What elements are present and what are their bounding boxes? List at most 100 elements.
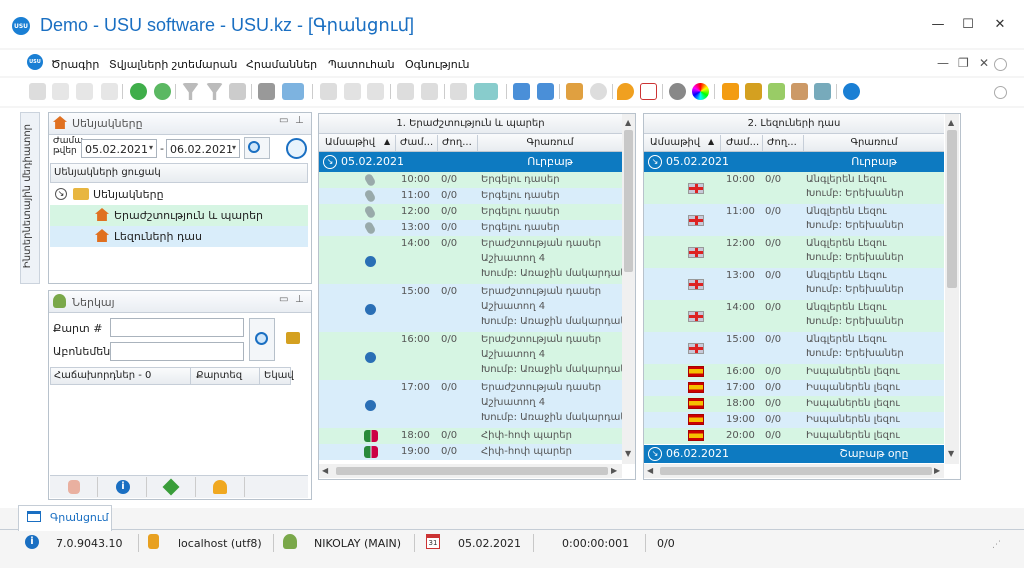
settings-gear-icon[interactable] <box>669 83 686 100</box>
clients-col-card[interactable]: Քարտեզ <box>196 370 242 381</box>
users-icon[interactable] <box>791 83 808 100</box>
row-count: 0/0 <box>765 430 782 441</box>
print-icon[interactable] <box>29 83 46 100</box>
scroll-down-icon[interactable]: ▼ <box>948 449 954 458</box>
music-col-date[interactable]: Ամսաթիվ <box>325 137 375 148</box>
lang-vscroll-thumb[interactable] <box>947 130 957 288</box>
scroll-right-icon[interactable]: ▶ <box>934 466 940 475</box>
music-col-time[interactable]: Ժամ... <box>400 137 433 148</box>
export-excel-icon[interactable] <box>474 83 498 100</box>
date-from-field[interactable]: 05.02.2021 ▾ <box>81 139 157 158</box>
info-button[interactable]: i <box>99 477 147 497</box>
collapse-icon[interactable] <box>344 83 361 100</box>
resize-grip-icon[interactable]: ⋰ <box>992 540 1001 550</box>
hand-icon <box>68 480 80 494</box>
bell-button[interactable] <box>197 477 245 497</box>
maximize-button[interactable]: ☐ <box>958 16 978 34</box>
menu-program[interactable]: Ծրագիր <box>51 58 99 71</box>
row-note-line2: Աշխատող 4 <box>481 253 546 264</box>
calendar-icon[interactable] <box>640 83 657 100</box>
card-search-button[interactable] <box>249 318 275 361</box>
filter-settings-icon[interactable] <box>229 83 246 100</box>
new-window-icon[interactable] <box>513 83 530 100</box>
row-count: 0/0 <box>441 446 458 457</box>
menu-database[interactable]: Տվյալների շտեմարան <box>109 58 237 71</box>
music-hscroll-thumb[interactable] <box>336 467 608 475</box>
scroll-up-icon[interactable]: ▲ <box>948 118 954 127</box>
flag-icon[interactable] <box>258 83 275 100</box>
info-icon[interactable] <box>843 83 860 100</box>
lang-col-time[interactable]: Ժամ... <box>726 137 759 148</box>
arrow-circle-icon[interactable] <box>590 83 607 100</box>
toolbar-separator <box>122 84 123 99</box>
music-schedule-title: 1. Երաժշտություն և պարեր <box>396 118 545 129</box>
minimize-button[interactable]: — <box>928 16 948 34</box>
plugin-icon[interactable] <box>814 83 831 100</box>
clients-col-count[interactable]: Հաճախորդներ - 0 <box>54 370 151 381</box>
window-title: Demo - USU software - USU.kz - [Գրանցում… <box>40 15 414 35</box>
status-separator <box>138 534 139 552</box>
group-collapse-icon[interactable]: ↘ <box>648 447 662 461</box>
clock-icon[interactable] <box>286 138 307 159</box>
tree-root-label[interactable]: Սենյակները <box>93 188 164 201</box>
lang-col-people[interactable]: Ժող... <box>767 137 797 148</box>
clients-col-came[interactable]: Եկավ <box>264 370 294 381</box>
rss-icon[interactable] <box>722 83 739 100</box>
add-column-icon[interactable] <box>397 83 414 100</box>
group-collapse-icon[interactable]: ↘ <box>323 155 337 169</box>
music-col-people[interactable]: Ժող... <box>442 137 472 148</box>
scroll-up-icon[interactable]: ▲ <box>625 118 631 127</box>
scroll-down-icon[interactable]: ▼ <box>625 449 631 458</box>
row-note-line2: Աշխատող 4 <box>481 397 546 408</box>
expand-icon[interactable] <box>367 83 384 100</box>
search-icon <box>248 141 260 153</box>
card-input[interactable] <box>110 318 244 337</box>
music-col-note[interactable]: Գրառում <box>478 137 622 148</box>
mdi-minimize-button[interactable]: — <box>937 56 949 70</box>
exit-icon[interactable] <box>566 83 583 100</box>
mdi-close-button[interactable]: ✕ <box>979 56 989 70</box>
scroll-left-icon[interactable]: ◀ <box>322 466 328 475</box>
location-pin-icon[interactable] <box>617 83 634 100</box>
mdi-back-icon[interactable] <box>994 58 1007 71</box>
scroll-left-icon[interactable]: ◀ <box>647 466 653 475</box>
group-collapse-icon[interactable]: ↘ <box>648 155 662 169</box>
panel-pin-icon[interactable]: ⊥ <box>295 294 304 305</box>
image-dropdown-icon[interactable] <box>282 83 304 100</box>
lang-col-date[interactable]: Ամսաթիվ <box>650 137 700 148</box>
menu-commands[interactable]: Հրամաններ <box>246 58 317 71</box>
note-icon[interactable] <box>421 83 438 100</box>
close-button[interactable]: ✕ <box>990 16 1010 34</box>
menu-window[interactable]: Պատուհան <box>328 58 395 71</box>
delete-icon[interactable] <box>101 83 118 100</box>
lock-icon[interactable] <box>286 332 300 344</box>
lang-col-note[interactable]: Գրառում <box>804 137 944 148</box>
menu-help[interactable]: Օգնություն <box>405 58 469 71</box>
pin-button[interactable] <box>148 477 196 497</box>
panel-pin-icon[interactable]: ⊥ <box>295 115 304 126</box>
search-button[interactable] <box>244 137 270 159</box>
panel-collapse-button[interactable]: ▭ <box>279 294 288 305</box>
columns-icon[interactable] <box>320 83 337 100</box>
window-close-icon[interactable] <box>537 83 554 100</box>
refresh-icon[interactable] <box>130 83 147 100</box>
copy-icon[interactable] <box>52 83 69 100</box>
row-note: Իսպաներեն լեզու <box>806 366 900 377</box>
subscription-input[interactable] <box>110 342 244 361</box>
report-icon[interactable] <box>450 83 467 100</box>
hand-button[interactable] <box>52 477 98 497</box>
user-key-icon[interactable] <box>768 83 785 100</box>
lock-icon[interactable] <box>745 83 762 100</box>
row-note: Անգլերեն Լեզու <box>806 302 887 313</box>
scroll-right-icon[interactable]: ▶ <box>611 466 617 475</box>
lang-hscroll-thumb[interactable] <box>660 467 932 475</box>
mdi-restore-button[interactable]: ❐ <box>958 56 969 70</box>
edit-icon[interactable] <box>76 83 93 100</box>
color-palette-icon[interactable] <box>692 83 709 100</box>
music-vscroll-thumb[interactable] <box>624 130 633 272</box>
sync-icon[interactable] <box>154 83 171 100</box>
toolbar-back-icon[interactable] <box>994 86 1007 99</box>
date-to-field[interactable]: 06.02.2021 ▾ <box>166 139 240 158</box>
panel-collapse-button[interactable]: ▭ <box>279 115 288 126</box>
tree-collapse-icon[interactable]: ↘ <box>55 188 67 200</box>
